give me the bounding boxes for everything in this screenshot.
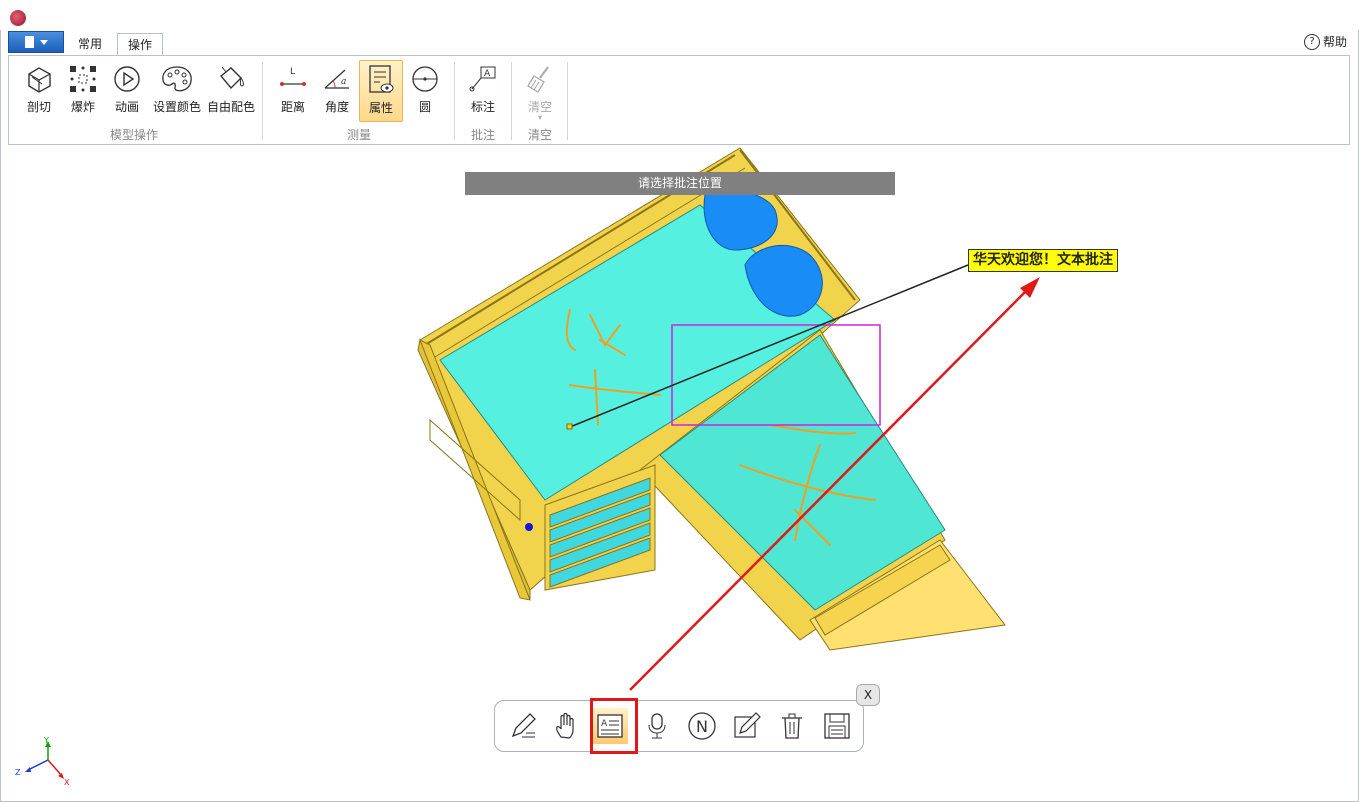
axis-z-label: Z — [15, 768, 21, 777]
trash-icon[interactable] — [774, 708, 810, 744]
axis-triad: Y Z X — [12, 736, 76, 790]
annotation-toolbar: A N — [494, 700, 864, 752]
edit-icon[interactable] — [729, 708, 765, 744]
axis-y-label: Y — [44, 736, 49, 745]
pen-icon[interactable] — [505, 708, 541, 744]
save-icon[interactable] — [819, 708, 855, 744]
instruction-banner: 请选择批注位置 — [465, 172, 895, 195]
microphone-icon[interactable] — [639, 708, 675, 744]
text-annotation[interactable]: 华天欢迎您！文本批注 — [968, 249, 1118, 272]
n-circle-icon[interactable]: N — [684, 708, 720, 744]
close-toolbar-button[interactable]: X — [856, 684, 880, 706]
3d-model-scene[interactable] — [0, 0, 1359, 802]
hand-icon[interactable] — [548, 708, 584, 744]
axis-x-label: X — [64, 778, 70, 787]
svg-text:N: N — [696, 717, 708, 736]
highlight-box — [590, 698, 638, 754]
